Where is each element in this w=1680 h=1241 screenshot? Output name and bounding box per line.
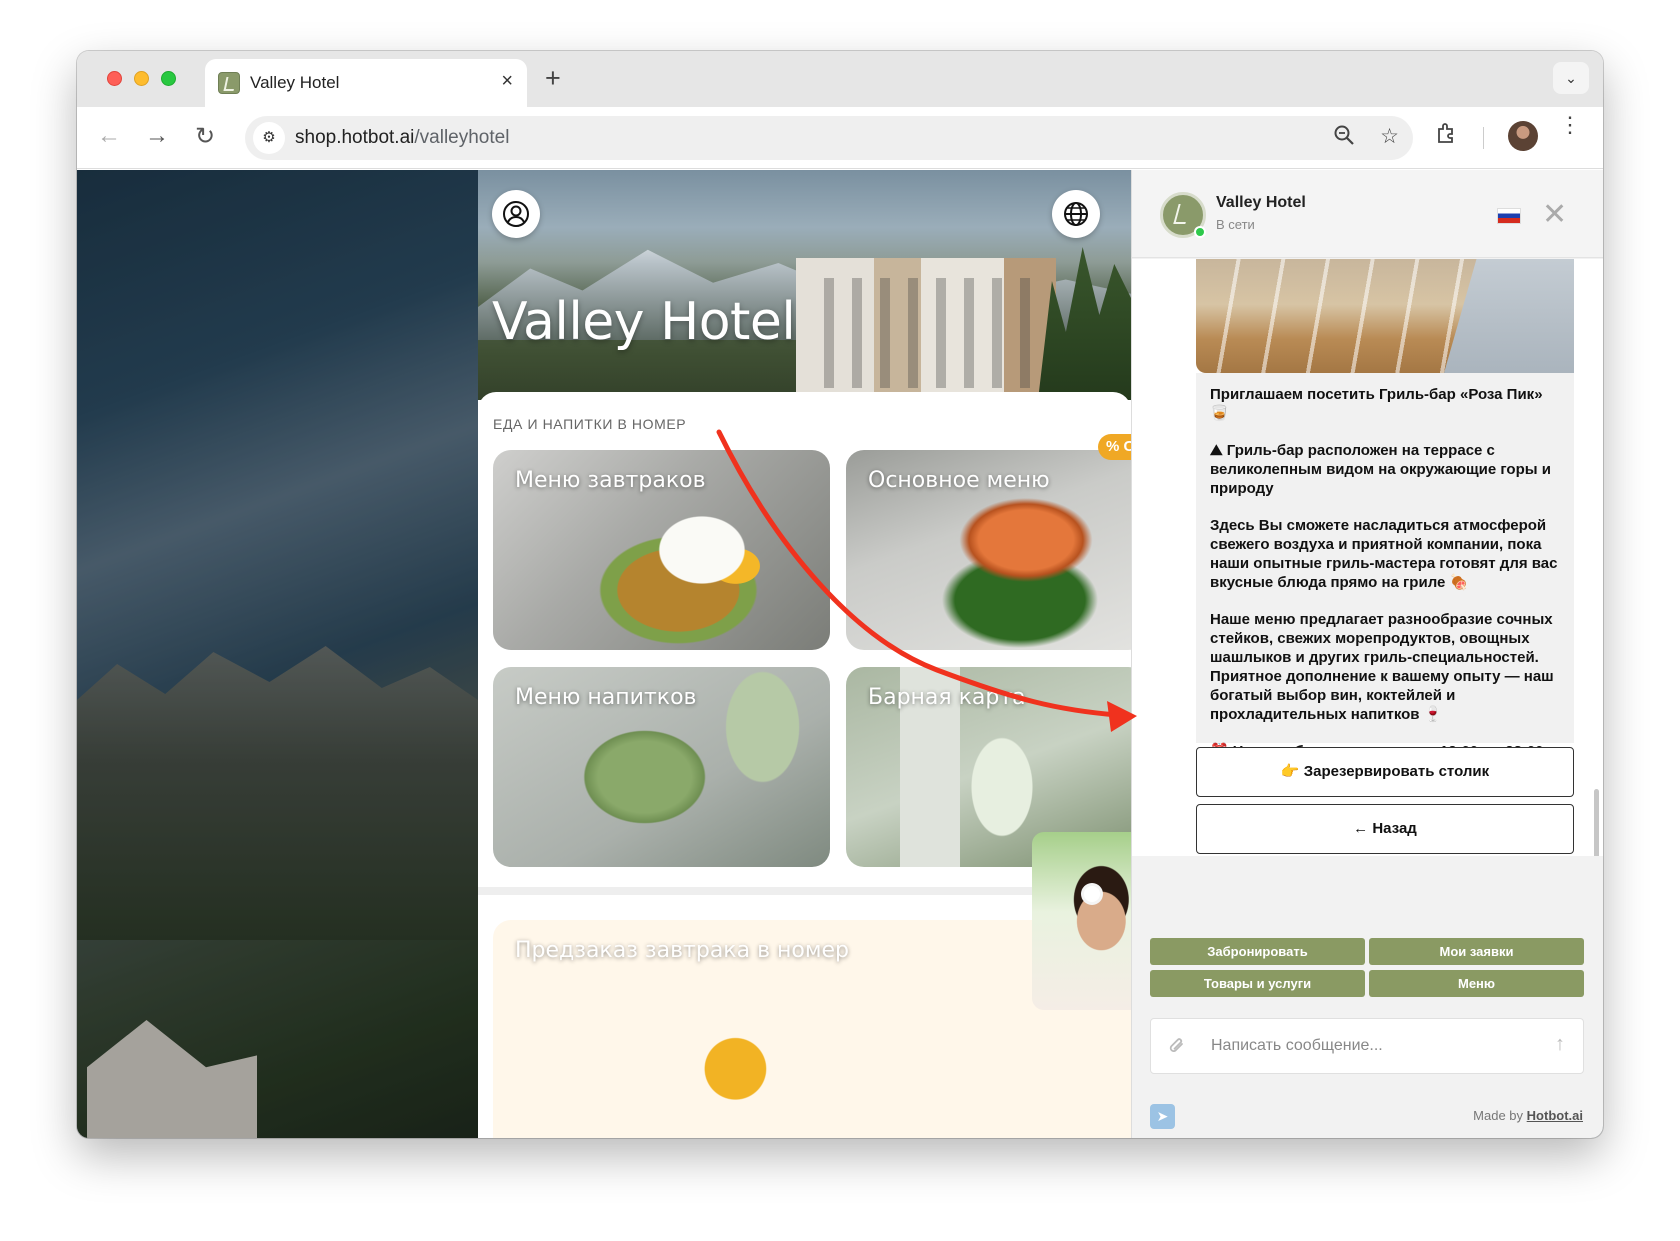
quick-reply-book[interactable]: Забронировать bbox=[1150, 938, 1365, 965]
forward-arrow-icon[interactable]: → bbox=[145, 122, 169, 150]
card-title: Основное меню bbox=[868, 468, 1050, 493]
background-overlay bbox=[77, 170, 478, 1138]
quick-replies: Забронировать Мои заявки Товары и услуги… bbox=[1150, 938, 1584, 998]
hotbot-link[interactable]: Hotbot.ai bbox=[1527, 1108, 1583, 1123]
quick-reply-my-requests[interactable]: Мои заявки bbox=[1369, 938, 1584, 965]
tab-close-icon[interactable]: × bbox=[501, 70, 513, 93]
telegram-icon[interactable]: ➤ bbox=[1150, 1104, 1175, 1129]
user-circle-icon bbox=[503, 201, 529, 227]
toolbar-divider bbox=[1483, 127, 1484, 149]
discount-badge: % Ск bbox=[1098, 434, 1131, 460]
paperclip-icon[interactable] bbox=[1167, 1035, 1187, 1063]
chat-name: Valley Hotel bbox=[1216, 194, 1306, 211]
chat-widget: Valley Hotel В сети ✕ Приглашаем посетит… bbox=[1131, 170, 1603, 1138]
reload-icon[interactable]: ↻ bbox=[195, 122, 215, 151]
quick-reply-menu[interactable]: Меню bbox=[1369, 970, 1584, 997]
shop-panel: Valley Hotel ЕДА И НАПИТКИ В НОМЕР Меню … bbox=[478, 170, 1131, 1138]
address-bar[interactable]: ⚙ shop.hotbot.ai/valleyhotel ☆ bbox=[245, 116, 1413, 160]
card-title: Предзаказ завтрака в номер bbox=[515, 938, 849, 963]
chat-header: Valley Hotel В сети ✕ bbox=[1132, 170, 1603, 258]
browser-toolbar: ← → ↻ ⚙ shop.hotbot.ai/valleyhotel ☆ ⋮ bbox=[77, 107, 1603, 169]
back-button[interactable]: ← Назад bbox=[1196, 804, 1574, 854]
quick-reply-goods-services[interactable]: Товары и услуги bbox=[1150, 970, 1365, 997]
message-paragraph: Наше меню предлагает разнообразие сочных… bbox=[1210, 611, 1554, 723]
message-paragraph: Здесь Вы сможете насладиться атмосферой … bbox=[1210, 517, 1558, 591]
url-text: shop.hotbot.ai/valleyhotel bbox=[295, 127, 510, 148]
page-viewport: Valley Hotel ЕДА И НАПИТКИ В НОМЕР Меню … bbox=[77, 170, 1603, 1138]
menu-sheet: ЕДА И НАПИТКИ В НОМЕР Меню завтраков Осн… bbox=[478, 392, 1131, 1138]
minimize-window-button[interactable] bbox=[134, 71, 149, 86]
bookmark-star-icon[interactable]: ☆ bbox=[1380, 124, 1399, 149]
site-info-icon[interactable]: ⚙ bbox=[253, 122, 285, 154]
maximize-window-button[interactable] bbox=[161, 71, 176, 86]
more-menu-icon[interactable]: ⋮ bbox=[1559, 114, 1581, 136]
card-main-menu[interactable]: Основное меню bbox=[846, 450, 1131, 650]
card-title: Меню напитков bbox=[515, 685, 697, 710]
extensions-icon[interactable] bbox=[1435, 121, 1459, 152]
section-label: ЕДА И НАПИТКИ В НОМЕР bbox=[493, 416, 687, 432]
spa-image-peek bbox=[1032, 832, 1131, 1010]
restaurant-photo bbox=[1196, 259, 1574, 373]
tab-strip: Valley Hotel × + ⌄ bbox=[77, 51, 1603, 107]
close-chat-icon[interactable]: ✕ bbox=[1542, 197, 1567, 232]
made-by-credit: Made by Hotbot.ai bbox=[1473, 1108, 1583, 1123]
hero-hotel-building bbox=[796, 258, 1056, 400]
message-paragraph: Приглашаем посетить Гриль-бар «Роза Пик»… bbox=[1210, 386, 1543, 422]
profile-button[interactable] bbox=[492, 190, 540, 238]
chat-messages: Приглашаем посетить Гриль-бар «Роза Пик»… bbox=[1132, 259, 1603, 856]
card-drinks-menu[interactable]: Меню напитков bbox=[493, 667, 830, 867]
russian-flag-icon[interactable] bbox=[1497, 208, 1521, 224]
send-arrow-icon[interactable]: ↑ bbox=[1555, 1033, 1565, 1056]
zoom-icon[interactable] bbox=[1333, 124, 1355, 152]
card-title: Меню завтраков bbox=[515, 468, 706, 493]
new-tab-button[interactable]: + bbox=[545, 63, 561, 94]
card-breakfast-menu[interactable]: Меню завтраков bbox=[493, 450, 830, 650]
online-indicator bbox=[1194, 226, 1206, 238]
globe-icon bbox=[1064, 202, 1088, 226]
reserve-table-button[interactable]: 👉 Зарезервировать столик bbox=[1196, 747, 1574, 797]
favicon-icon bbox=[218, 72, 240, 94]
tab-title: Valley Hotel bbox=[250, 73, 340, 92]
language-button[interactable] bbox=[1052, 190, 1100, 238]
tab-search-button[interactable]: ⌄ bbox=[1553, 62, 1589, 94]
message-input[interactable] bbox=[1211, 1033, 1531, 1059]
browser-window: Valley Hotel × + ⌄ ← → ↻ ⚙ shop.hotbot.a… bbox=[77, 51, 1603, 1138]
profile-avatar[interactable] bbox=[1508, 121, 1538, 151]
message-composer: ↑ bbox=[1150, 1018, 1584, 1074]
hero-image: Valley Hotel bbox=[478, 170, 1131, 400]
card-title: Барная карта bbox=[868, 685, 1026, 710]
chat-status: В сети bbox=[1216, 217, 1255, 232]
back-arrow-icon[interactable]: ← bbox=[97, 122, 121, 150]
hotel-title: Valley Hotel bbox=[492, 292, 796, 352]
chat-scrollbar[interactable] bbox=[1594, 789, 1599, 856]
message-paragraph: ⛰ Гриль-бар расположен на террасе с вели… bbox=[1210, 442, 1551, 497]
active-tab[interactable]: Valley Hotel × bbox=[205, 59, 527, 107]
hero-trees bbox=[1038, 247, 1131, 400]
bot-message: Приглашаем посетить Гриль-бар «Роза Пик»… bbox=[1196, 373, 1574, 760]
close-window-button[interactable] bbox=[107, 71, 122, 86]
flower-decoration bbox=[1084, 886, 1100, 902]
